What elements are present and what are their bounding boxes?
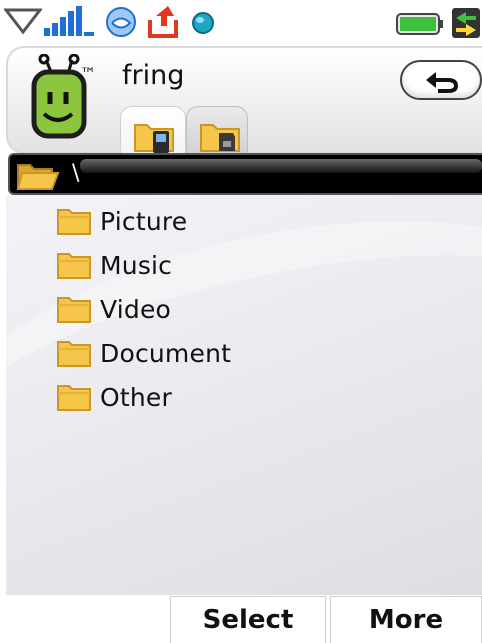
- list-item-label: Video: [100, 294, 172, 324]
- back-arrow-icon: [426, 72, 459, 93]
- trademark-mark: ™: [80, 64, 96, 83]
- data-transfer-icon: [452, 8, 480, 38]
- open-folder-icon: [16, 164, 60, 190]
- messenger-icon: [106, 7, 136, 37]
- dropdown-arrow-icon: [4, 8, 42, 35]
- app-header: ™ fring: [6, 46, 482, 154]
- list-item-other[interactable]: Other: [56, 375, 231, 419]
- folder-icon: [57, 385, 91, 411]
- list-item-document[interactable]: Document: [56, 331, 231, 375]
- list-item-label: Other: [100, 382, 172, 412]
- battery-icon: [396, 13, 443, 35]
- folder-list: Picture Music Video Document Other: [56, 199, 231, 419]
- list-item-picture[interactable]: Picture: [56, 199, 231, 243]
- softkey-bar: Select More: [0, 596, 482, 643]
- upload-icon: [148, 6, 178, 38]
- folder-icon: [57, 297, 91, 323]
- list-item-video[interactable]: Video: [56, 287, 231, 331]
- memory-card-folder-icon: [200, 124, 240, 152]
- phone-folder-icon: [134, 124, 174, 153]
- globe-icon: [192, 12, 214, 34]
- folder-icon: [57, 209, 91, 235]
- list-item-music[interactable]: Music: [56, 243, 231, 287]
- signal-strength-icon: [44, 6, 94, 36]
- list-item-label: Picture: [100, 206, 188, 236]
- app-title: fring: [122, 60, 185, 91]
- tab-memory-card[interactable]: [186, 106, 248, 154]
- list-item-label: Document: [100, 338, 232, 368]
- tab-phone-memory[interactable]: [120, 106, 186, 154]
- current-path: \: [72, 161, 80, 186]
- path-bar: \: [8, 153, 482, 195]
- list-item-label: Music: [100, 250, 173, 280]
- more-softkey[interactable]: More: [330, 596, 482, 643]
- select-softkey[interactable]: Select: [170, 596, 326, 643]
- status-bar: [0, 0, 482, 46]
- fring-logo-icon: [31, 54, 87, 139]
- back-button[interactable]: [400, 60, 482, 100]
- folder-icon: [57, 253, 91, 279]
- folder-icon: [57, 341, 91, 367]
- file-list-area: Picture Music Video Document Other: [6, 195, 482, 595]
